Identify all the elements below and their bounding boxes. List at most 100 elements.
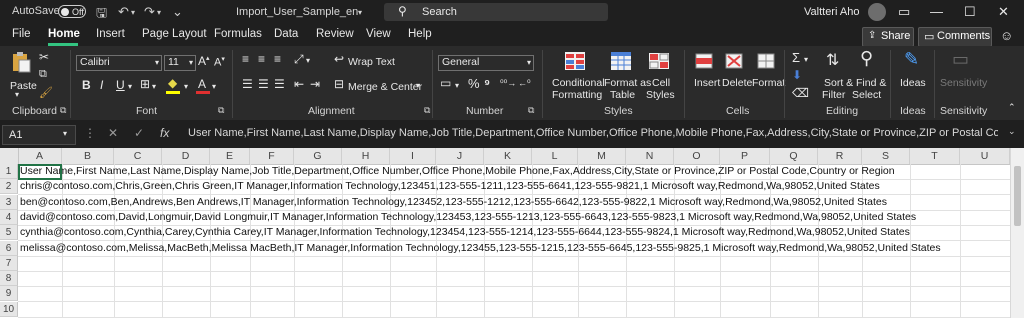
row-header-8[interactable]: 8 [0, 271, 18, 286]
underline-dropdown-icon[interactable]: ▾ [128, 82, 132, 91]
column-header-i[interactable]: I [390, 148, 436, 164]
orientation-dropdown-icon[interactable]: ▾ [306, 56, 310, 65]
find-select-icon[interactable]: ⚲ [860, 48, 873, 69]
undo-icon[interactable]: ↶ [118, 4, 129, 20]
align-top-icon[interactable]: ≡ [242, 52, 249, 66]
column-header-q[interactable]: Q [770, 148, 818, 164]
column-header-j[interactable]: J [436, 148, 484, 164]
cell-a6[interactable]: melissa@contoso.com,Melissa,MacBeth,Meli… [20, 241, 941, 256]
conditional-formatting-icon[interactable] [564, 50, 586, 72]
copy-icon[interactable]: ⧉ [39, 68, 47, 81]
italic-icon[interactable]: I [100, 78, 103, 92]
scrollbar-thumb[interactable] [1014, 166, 1021, 226]
insert-function-icon[interactable]: fx [160, 126, 169, 140]
wrap-text-icon[interactable]: ↩ [334, 52, 344, 66]
column-header-t[interactable]: T [910, 148, 960, 164]
bold-icon[interactable]: B [82, 78, 91, 92]
wrap-text-button[interactable]: Wrap Text [348, 56, 395, 68]
save-icon[interactable]: 🖫 [96, 4, 107, 26]
number-format-select[interactable]: General ▾ [438, 55, 534, 71]
collapse-ribbon-icon[interactable]: ⌃ [1008, 102, 1016, 113]
cancel-icon[interactable]: ✕ [108, 126, 118, 140]
conditional-formatting-label-1[interactable]: Conditional [552, 77, 605, 89]
avatar[interactable] [868, 3, 886, 21]
title-dropdown-icon[interactable]: ▾ [358, 8, 362, 17]
cell-a1[interactable]: User Name,First Name,Last Name,Display N… [20, 164, 895, 179]
menu-page-layout[interactable]: Page Layout [142, 28, 207, 40]
clipboard-launcher-icon[interactable]: ⧉ [60, 105, 66, 116]
align-bottom-icon[interactable]: ≡ [274, 52, 281, 66]
menu-insert[interactable]: Insert [96, 28, 125, 40]
column-header-p[interactable]: P [720, 148, 770, 164]
insert-cells-button[interactable]: Insert [694, 77, 720, 89]
alignment-launcher-icon[interactable]: ⧉ [424, 105, 430, 116]
align-center-icon[interactable]: ☰ [258, 77, 269, 91]
merge-center-button[interactable]: Merge & Center [348, 81, 422, 93]
cell-a5[interactable]: cynthia@contoso.com,Cynthia,Carey,Cynthi… [20, 225, 910, 240]
number-launcher-icon[interactable]: ⧉ [528, 105, 534, 116]
minimize-icon[interactable]: — [930, 4, 943, 19]
font-size-select[interactable]: 11 ▾ [164, 55, 196, 71]
customize-qat-icon[interactable]: ⌄ [172, 4, 183, 20]
column-header-o[interactable]: O [674, 148, 720, 164]
vertical-scrollbar[interactable] [1010, 148, 1024, 318]
comma-style-icon[interactable]: ⁹ [484, 76, 490, 91]
fill-color-icon[interactable]: ◆ [168, 76, 177, 90]
column-header-d[interactable]: D [162, 148, 210, 164]
delete-cells-button[interactable]: Delete [722, 77, 752, 89]
autosave-toggle[interactable]: Off [58, 5, 86, 18]
select-all-corner[interactable] [0, 148, 19, 164]
cut-icon[interactable]: ✂ [39, 50, 49, 64]
increase-font-icon[interactable]: A▴ [198, 54, 210, 68]
redo-dropdown-icon[interactable]: ▾ [157, 8, 161, 17]
sort-filter-label-2[interactable]: Filter [822, 89, 845, 101]
row-header-4[interactable]: 4 [0, 210, 18, 225]
accounting-icon[interactable]: ▭ [440, 76, 451, 90]
column-header-s[interactable]: S [862, 148, 910, 164]
format-as-table-label-2[interactable]: Table [610, 89, 635, 101]
column-header-m[interactable]: M [578, 148, 626, 164]
column-header-u[interactable]: U [960, 148, 1010, 164]
decrease-font-icon[interactable]: A▾ [214, 55, 225, 69]
decrease-indent-icon[interactable]: ⇤ [294, 77, 304, 91]
close-icon[interactable]: ✕ [998, 4, 1009, 20]
increase-indent-icon[interactable]: ⇥ [310, 77, 320, 91]
document-title[interactable]: Import_User_Sample_en [236, 6, 358, 18]
font-color-dropdown-icon[interactable]: ▾ [212, 82, 216, 91]
autosum-dropdown-icon[interactable]: ▾ [804, 55, 808, 64]
cell-a4[interactable]: david@contoso.com,David,Longmuir,David L… [20, 210, 916, 225]
cell-a3[interactable]: ben@contoso.com,Ben,Andrews,Ben Andrews,… [20, 195, 887, 210]
find-select-label-2[interactable]: Select [852, 89, 881, 101]
menu-formulas[interactable]: Formulas [214, 28, 262, 40]
menu-file[interactable]: File [12, 28, 31, 40]
font-name-select[interactable]: Calibri ▾ [76, 55, 162, 71]
column-header-k[interactable]: K [484, 148, 532, 164]
font-launcher-icon[interactable]: ⧉ [218, 105, 224, 116]
align-middle-icon[interactable]: ≡ [258, 52, 265, 66]
menu-view[interactable]: View [366, 28, 391, 40]
merge-dropdown-icon[interactable]: ▾ [416, 81, 420, 90]
column-header-r[interactable]: R [818, 148, 862, 164]
format-as-table-label-1[interactable]: Format as [604, 77, 651, 89]
row-header-6[interactable]: 6 [0, 241, 18, 256]
user-name[interactable]: Valtteri Aho [804, 6, 859, 18]
menu-help[interactable]: Help [408, 28, 432, 40]
undo-dropdown-icon[interactable]: ▾ [131, 8, 135, 17]
menu-home[interactable]: Home [48, 28, 80, 40]
column-header-c[interactable]: C [114, 148, 162, 164]
sensitivity-button[interactable]: Sensitivity [940, 77, 987, 89]
increase-decimal-icon[interactable]: ⁰⁰→ [500, 78, 516, 89]
comments-button[interactable]: ▭ Comments [918, 27, 992, 47]
row-header-3[interactable]: 3 [0, 195, 18, 210]
cell-styles-label-2[interactable]: Styles [646, 89, 675, 101]
column-header-h[interactable]: H [342, 148, 390, 164]
borders-dropdown-icon[interactable]: ▾ [152, 82, 156, 91]
row-header-2[interactable]: 2 [0, 179, 18, 194]
cell-styles-label-1[interactable]: Cell [652, 77, 670, 89]
autosum-icon[interactable]: Σ [792, 50, 800, 65]
column-header-b[interactable]: B [62, 148, 114, 164]
underline-icon[interactable]: U [116, 78, 125, 92]
fill-color-dropdown-icon[interactable]: ▾ [184, 82, 188, 91]
share-button[interactable]: ⇪ Share [862, 27, 914, 47]
row-header-5[interactable]: 5 [0, 225, 18, 240]
